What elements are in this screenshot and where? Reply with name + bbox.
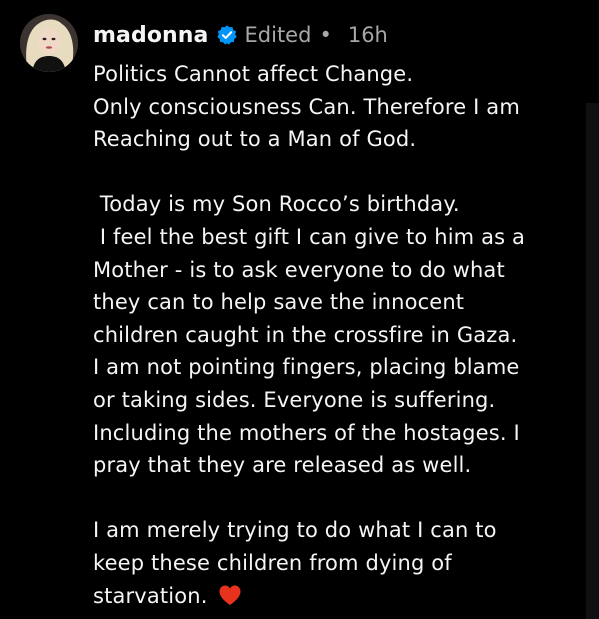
comment-post: madonna Edited • 16h Politics Cannot aff… <box>0 0 599 619</box>
comment-line: I am not pointing fingers, placing blame <box>93 355 520 380</box>
comment-text: Politics Cannot affect Change. Only cons… <box>93 58 563 612</box>
edited-label[interactable]: Edited <box>245 23 312 47</box>
comment-line: pray that they are released as well. <box>93 453 472 478</box>
comment-content: madonna Edited • 16h Politics Cannot aff… <box>93 18 563 612</box>
comment-line: children caught in the crossfire in Gaza… <box>93 322 518 347</box>
comment-line: Mother - is to ask everyone to do what <box>93 257 505 282</box>
avatar[interactable] <box>20 14 78 72</box>
comment-header: madonna Edited • 16h <box>93 18 563 52</box>
comment-line: or taking sides. Everyone is suffering. <box>93 387 496 412</box>
comment-line: Today is my Son Rocco’s birthday. <box>93 192 460 217</box>
comment-line: I am merely trying to do what I can to <box>93 518 497 543</box>
comment-line-last: starvation. <box>93 583 215 608</box>
avatar-photo-icon <box>20 14 78 72</box>
comment-line: I feel the best gift I can give to him a… <box>93 224 526 249</box>
separator-dot: • <box>319 23 332 47</box>
comment-line: they can to help save the innocent <box>93 290 465 315</box>
comment-line: Only consciousness Can. Therefore I am <box>93 94 520 119</box>
timestamp[interactable]: 16h <box>348 23 388 47</box>
scrollbar-track[interactable] <box>586 103 599 619</box>
comment-line: Reaching out to a Man of God. <box>93 127 417 152</box>
comment-line: keep these children from dying of <box>93 550 452 575</box>
comment-line: Including the mothers of the hostages. I <box>93 420 520 445</box>
comment-line: Politics Cannot affect Change. <box>93 62 414 86</box>
username-link[interactable]: madonna <box>93 23 209 48</box>
verified-badge-icon <box>216 24 238 46</box>
red-heart-icon <box>218 583 242 605</box>
